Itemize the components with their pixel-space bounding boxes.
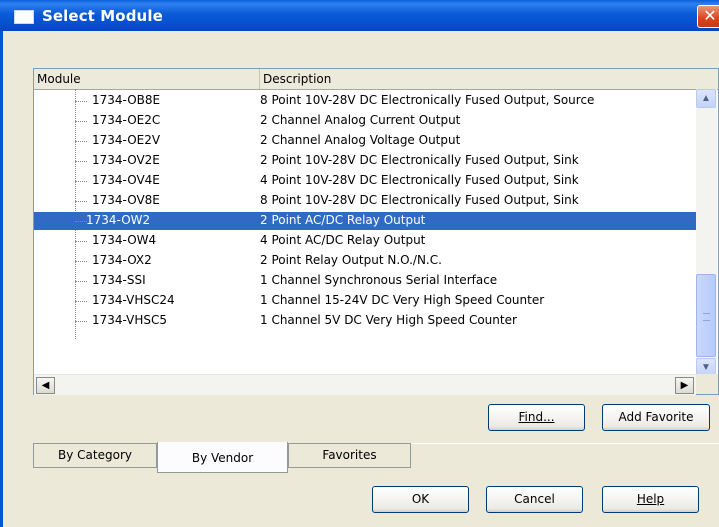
- list-row[interactable]: 1734-OE2C 2 Channel Analog Current Output: [34, 112, 696, 130]
- module-list[interactable]: Module Description 1734-OB8E 8 Point 10V-…: [33, 68, 719, 395]
- tab-favorites[interactable]: Favorites: [288, 443, 411, 468]
- description-cell: 2 Point Relay Output N.O./N.C.: [260, 253, 442, 267]
- tree-connector: [75, 301, 87, 302]
- help-button[interactable]: Help: [602, 486, 699, 513]
- list-row[interactable]: 1734-OV8E 8 Point 10V-28V DC Electronical…: [34, 192, 696, 210]
- column-header-module[interactable]: Module: [34, 69, 260, 89]
- find-button-label: Find...: [518, 410, 555, 424]
- description-cell: 4 Point 10V-28V DC Electronically Fused …: [260, 173, 579, 187]
- module-cell: 1734-OX2: [92, 253, 152, 267]
- description-cell: 1 Channel 15-24V DC Very High Speed Coun…: [260, 293, 545, 307]
- window-frame-left: [0, 31, 3, 527]
- list-row[interactable]: 1734-OV2E 2 Point 10V-28V DC Electronical…: [34, 152, 696, 170]
- scroll-right-button[interactable]: ▶: [675, 377, 694, 394]
- grip-icon: [703, 313, 710, 321]
- scroll-up-button[interactable]: ▲: [696, 89, 716, 108]
- tab-by-vendor[interactable]: By Vendor: [157, 442, 288, 473]
- description-cell: 2 Channel Analog Voltage Output: [260, 133, 461, 147]
- description-cell: 1 Channel Synchronous Serial Interface: [260, 273, 498, 287]
- find-button[interactable]: Find...: [488, 404, 585, 431]
- description-cell: 2 Point 10V-28V DC Electronically Fused …: [260, 153, 579, 167]
- module-cell: 1734-OV8E: [92, 193, 160, 207]
- vertical-scroll-thumb[interactable]: [696, 274, 716, 357]
- tree-connector: [75, 241, 87, 242]
- list-row[interactable]: 1734-OX2 2 Point Relay Output N.O./N.C.: [34, 252, 696, 270]
- description-cell: 8 Point 10V-28V DC Electronically Fused …: [260, 193, 579, 207]
- add-favorite-button[interactable]: Add Favorite: [602, 404, 710, 431]
- list-row[interactable]: 1734-OB8E 8 Point 10V-28V DC Electronical…: [34, 92, 696, 110]
- description-cell: 1 Channel 5V DC Very High Speed Counter: [260, 313, 517, 327]
- column-header-description[interactable]: Description: [260, 69, 700, 89]
- add-favorite-label: Add Favorite: [618, 410, 694, 424]
- close-button[interactable]: ✕: [697, 5, 719, 28]
- tree-connector: [75, 181, 87, 182]
- list-row[interactable]: 1734-OV4E 4 Point 10V-28V DC Electronical…: [34, 172, 696, 190]
- tree-connector: [75, 141, 87, 142]
- module-cell: 1734-OV4E: [92, 173, 160, 187]
- module-cell: 1734-OV2E: [92, 153, 160, 167]
- tree-connector: [75, 121, 87, 122]
- ok-button[interactable]: OK: [372, 486, 469, 513]
- list-row[interactable]: 1734-VHSC24 1 Channel 15-24V DC Very High…: [34, 292, 696, 310]
- module-cell: 1734-SSI: [92, 273, 146, 287]
- tree-connector: [75, 101, 87, 102]
- tab-by-category[interactable]: By Category: [33, 443, 157, 468]
- list-row[interactable]: 1734-VHSC5 1 Channel 5V DC Very High Spee…: [34, 312, 696, 330]
- module-cell: 1734-VHSC5: [92, 313, 168, 327]
- description-cell: 4 Point AC/DC Relay Output: [260, 233, 426, 247]
- module-cell: 1734-OW4: [92, 233, 157, 247]
- description-cell: 2 Channel Analog Current Output: [260, 113, 461, 127]
- scrollbar-corner: [696, 374, 718, 394]
- module-cell: 1734-OE2V: [92, 133, 161, 147]
- module-cell: 1734-OE2C: [92, 113, 161, 127]
- tree-connector: [75, 161, 87, 162]
- list-header: Module Description: [34, 69, 718, 90]
- module-cell: 1734-OB8E: [92, 93, 161, 107]
- window-icon: [14, 10, 34, 24]
- title-bar[interactable]: Select Module ✕: [0, 0, 719, 31]
- tree-connector: [75, 261, 87, 262]
- list-row[interactable]: 1734-OW4 4 Point AC/DC Relay Output: [34, 232, 696, 250]
- tree-connector: [75, 321, 87, 322]
- tree-connector: [75, 281, 87, 282]
- help-button-label: Help: [636, 492, 665, 506]
- horizontal-scrollbar[interactable]: ◀ ▶: [34, 374, 696, 395]
- vertical-scrollbar[interactable]: ▲ ▼: [696, 89, 717, 377]
- list-row[interactable]: 1734-SSI 1 Channel Synchronous Serial Int…: [34, 272, 696, 290]
- window-title: Select Module: [42, 7, 163, 25]
- tree-connector: [75, 201, 87, 202]
- cancel-button[interactable]: Cancel: [486, 486, 583, 513]
- description-cell: 2 Point AC/DC Relay Output: [260, 213, 426, 227]
- module-cell: 1734-OW2: [86, 213, 151, 227]
- module-cell: 1734-VHSC24: [92, 293, 175, 307]
- description-cell: 8 Point 10V-28V DC Electronically Fused …: [260, 93, 595, 107]
- list-row[interactable]: 1734-OE2V 2 Channel Analog Voltage Output: [34, 132, 696, 150]
- list-row-selected[interactable]: 1734-OW2 2 Point AC/DC Relay Output: [34, 212, 696, 230]
- scroll-left-button[interactable]: ◀: [36, 377, 55, 394]
